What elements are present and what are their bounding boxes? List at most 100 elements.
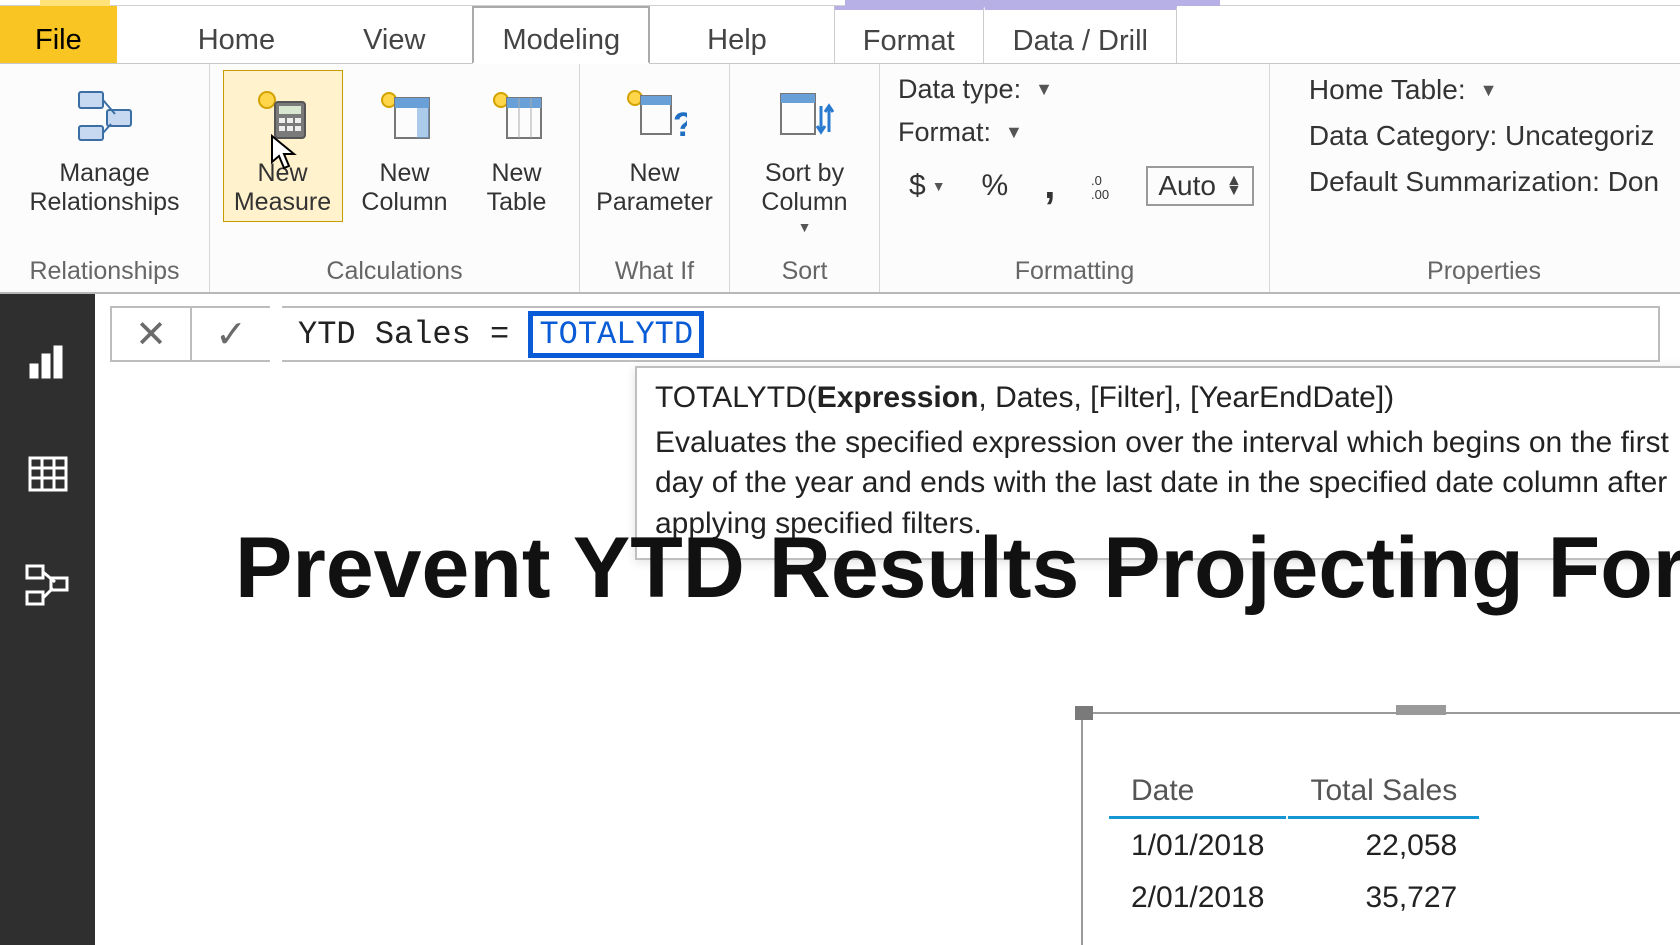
title-bar — [0, 0, 1680, 6]
home-table-dropdown[interactable]: Home Table: ▼ — [1309, 74, 1659, 106]
chevron-down-icon: ▼ — [1005, 122, 1023, 143]
left-nav — [0, 294, 95, 945]
currency-icon: $ — [909, 169, 926, 203]
chevron-down-icon: ▼ — [1480, 80, 1498, 101]
contextual-tab-strip — [845, 0, 1220, 6]
fn-current-arg: Expression — [817, 381, 979, 414]
format-dropdown[interactable]: Format: ▼ — [898, 117, 1251, 148]
resize-handle-icon[interactable] — [1075, 706, 1093, 720]
check-icon: ✓ — [215, 312, 247, 357]
nav-data-view[interactable] — [20, 446, 76, 502]
svg-text:.00: .00 — [1091, 187, 1109, 201]
tab-format[interactable]: Format — [834, 6, 984, 63]
chevron-down-icon: ▼ — [1035, 79, 1053, 100]
nav-model-view[interactable] — [20, 558, 76, 614]
tab-home[interactable]: Home — [169, 6, 304, 63]
formula-name-text: YTD Sales = — [298, 316, 528, 353]
new-parameter-icon: ? — [623, 75, 687, 157]
cell-total-sales: 22,058 — [1288, 821, 1479, 871]
group-label-relationships: Relationships — [29, 253, 179, 292]
new-column-label: New Column — [361, 159, 447, 217]
manage-relationships-button[interactable]: Manage Relationships — [10, 70, 200, 222]
formula-cancel-button[interactable]: ✕ — [110, 306, 190, 362]
thousands-button[interactable]: , — [1033, 160, 1066, 211]
new-table-label: New Table — [487, 159, 547, 217]
decimals-icon: .0 .00 — [1091, 171, 1121, 201]
move-handle-icon[interactable] — [1396, 705, 1446, 715]
group-label-properties: Properties — [1427, 253, 1541, 292]
currency-button[interactable]: $ ▼ — [898, 166, 957, 206]
table-header-row: Date Total Sales — [1109, 766, 1479, 819]
formula-commit-button[interactable]: ✓ — [190, 306, 270, 362]
tab-view[interactable]: View — [334, 6, 454, 63]
table-row[interactable]: 1/01/2018 22,058 — [1109, 821, 1479, 871]
data-category-dropdown[interactable]: Data Category: Uncategoriz — [1309, 120, 1659, 152]
cell-total-sales: 35,727 — [1288, 873, 1479, 923]
fn-rest-args: , Dates, [Filter], [YearEndDate]) — [978, 381, 1394, 414]
new-table-icon — [489, 75, 545, 157]
data-type-label: Data type: — [898, 74, 1021, 105]
decimals-button[interactable]: .0 .00 — [1080, 168, 1132, 204]
group-properties: Home Table: ▼ Data Category: Uncategoriz… — [1270, 64, 1680, 292]
column-header-total-sales[interactable]: Total Sales — [1288, 766, 1479, 819]
bar-chart-icon — [26, 342, 70, 382]
table-visual[interactable]: Date Total Sales 1/01/2018 22,058 2/01/2… — [1081, 712, 1680, 945]
sort-by-column-label: Sort by Column — [761, 159, 847, 217]
ribbon-tabs: File Home View Modeling Help Format Data… — [0, 6, 1680, 64]
chevron-down-icon: ▼ — [932, 178, 946, 194]
new-parameter-label: New Parameter — [596, 159, 713, 217]
new-column-button[interactable]: New Column — [349, 70, 461, 222]
group-label-formatting: Formatting — [1015, 253, 1134, 292]
format-label: Format: — [898, 117, 991, 148]
data-table: Date Total Sales 1/01/2018 22,058 2/01/2… — [1107, 764, 1481, 925]
formula-bar: ✕ ✓ YTD Sales = TOTALYTD — [110, 306, 1660, 362]
tab-data-drill[interactable]: Data / Drill — [984, 6, 1177, 63]
function-signature: TOTALYTD(Expression, Dates, [Filter], [Y… — [655, 378, 1680, 419]
new-column-icon — [377, 75, 433, 157]
workspace: ✕ ✓ YTD Sales = TOTALYTD TOTALYTD(Expres… — [0, 294, 1680, 945]
manage-relationships-label: Manage Relationships — [29, 159, 179, 217]
default-summarization-label: Default Summarization: Don — [1309, 166, 1659, 197]
group-formatting: Data type: ▼ Format: ▼ $ ▼ % , — [880, 64, 1270, 292]
thousands-icon: , — [1044, 163, 1055, 208]
group-whatif: ? New Parameter What If — [580, 64, 730, 292]
data-category-label: Data Category: Uncategoriz — [1309, 120, 1655, 151]
auto-label: Auto — [1158, 170, 1216, 202]
table-icon — [26, 454, 70, 494]
ribbon: Manage Relationships Relationships New M… — [0, 64, 1680, 294]
group-relationships: Manage Relationships Relationships — [0, 64, 210, 292]
cell-date: 1/01/2018 — [1109, 821, 1286, 871]
new-parameter-button[interactable]: ? New Parameter — [585, 70, 725, 222]
close-icon: ✕ — [135, 312, 167, 357]
model-icon — [25, 564, 71, 608]
chevron-down-icon: ▼ — [798, 219, 812, 235]
percent-button[interactable]: % — [971, 166, 1020, 206]
home-table-label: Home Table: — [1309, 74, 1466, 106]
page-title: Prevent YTD Results Projecting Forw — [235, 519, 1680, 618]
canvas-area: ✕ ✓ YTD Sales = TOTALYTD TOTALYTD(Expres… — [95, 294, 1680, 945]
new-table-button[interactable]: New Table — [467, 70, 567, 222]
svg-text:?: ? — [673, 106, 687, 144]
group-sort: Sort by Column ▼ Sort — [730, 64, 880, 292]
tab-help[interactable]: Help — [678, 6, 796, 63]
table-row[interactable]: 2/01/2018 35,727 — [1109, 873, 1479, 923]
column-header-date[interactable]: Date — [1109, 766, 1286, 819]
sort-by-column-button[interactable]: Sort by Column ▼ — [735, 70, 875, 240]
fn-name: TOTALYTD( — [655, 381, 817, 414]
tab-modeling[interactable]: Modeling — [472, 6, 650, 64]
mouse-cursor-icon — [270, 134, 298, 172]
nav-report-view[interactable] — [20, 334, 76, 390]
group-label-whatif: What If — [615, 253, 694, 292]
sort-by-column-icon — [775, 75, 835, 157]
percent-icon: % — [982, 169, 1009, 203]
relationships-icon — [75, 75, 135, 157]
data-type-dropdown[interactable]: Data type: ▼ — [898, 74, 1251, 105]
formula-input[interactable]: YTD Sales = TOTALYTD — [282, 306, 1660, 362]
group-calculations: New Measure New Column — [210, 64, 580, 292]
decimal-places-stepper[interactable]: Auto ▲▼ — [1146, 166, 1253, 206]
formula-function-token: TOTALYTD — [528, 311, 704, 358]
tab-file[interactable]: File — [0, 6, 117, 63]
default-summarization-dropdown[interactable]: Default Summarization: Don — [1309, 166, 1659, 198]
cell-date: 2/01/2018 — [1109, 873, 1286, 923]
svg-text:.0: .0 — [1091, 173, 1102, 188]
